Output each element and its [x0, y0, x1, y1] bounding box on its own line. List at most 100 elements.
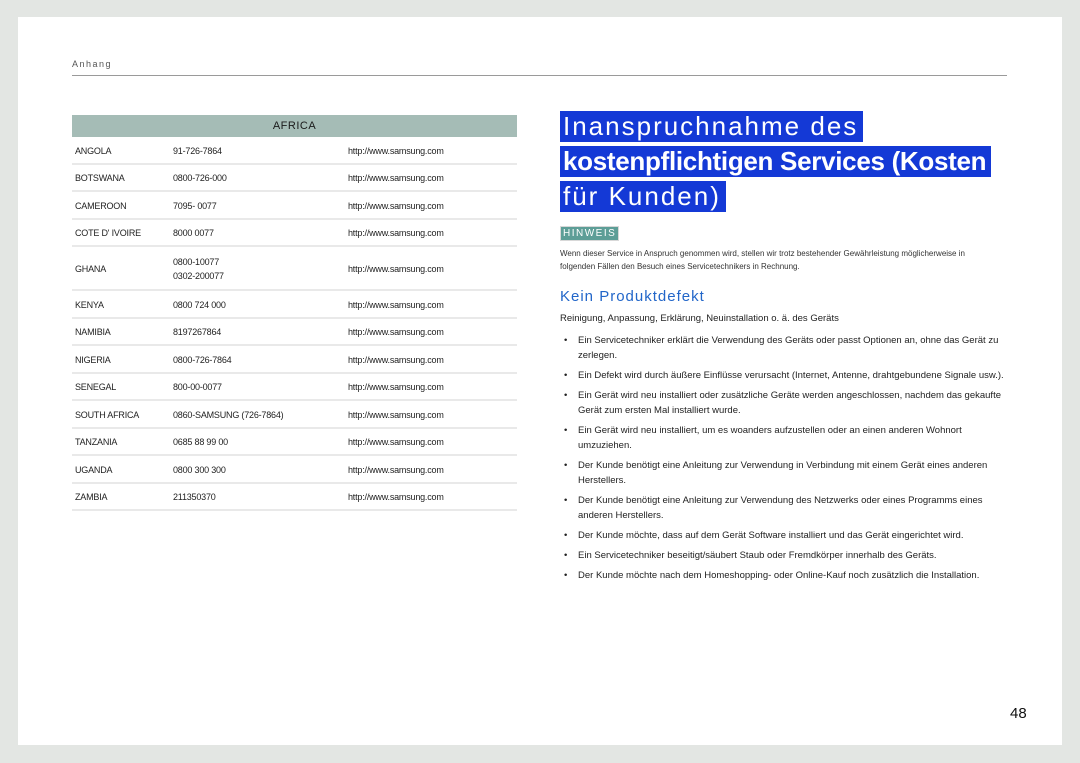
country-cell: SENEGAL: [75, 382, 117, 393]
phone-cell: 91-726-7864: [173, 144, 345, 158]
bullet-icon: •: [564, 390, 568, 401]
table-row: KENYA 0800 724 000 http://www.samsung.com: [72, 293, 517, 319]
list-item: • Ein Servicetechniker beseitigt/säubert …: [560, 548, 1010, 563]
table-row: UGANDA 0800 300 300 http://www.samsung.com: [72, 458, 517, 484]
website-link[interactable]: http://www.samsung.com: [345, 300, 517, 310]
phone-number: 0800-726-000: [173, 173, 227, 184]
list-item-text: Der Kunde benötigt eine Anleitung zur Ve…: [578, 460, 988, 486]
list-item: • Ein Gerät wird neu installiert, um es w…: [560, 423, 1010, 453]
table-row: ANGOLA 91-726-7864 http://www.samsung.com: [72, 139, 517, 165]
phone-cell: 0800 724 000: [173, 298, 345, 312]
section-intro: Reinigung, Anpassung, Erklärung, Neuinst…: [560, 313, 839, 324]
website-link[interactable]: http://www.samsung.com: [345, 382, 517, 392]
phone-cell: 0860-SAMSUNG (726-7864): [173, 408, 345, 422]
table-row: SOUTH AFRICA 0860-SAMSUNG (726-7864) http:…: [72, 403, 517, 429]
country-cell: ANGOLA: [75, 145, 112, 156]
phone-number: 0800-726-7864: [173, 354, 232, 365]
bullet-icon: •: [564, 550, 568, 561]
bullet-icon: •: [564, 370, 568, 381]
bullet-list: • Ein Servicetechniker erklärt die Verwen…: [560, 333, 1010, 588]
bullet-icon: •: [564, 460, 568, 471]
chapter-label: Anhang: [72, 59, 113, 69]
website-link[interactable]: http://www.samsung.com: [345, 355, 517, 365]
header-divider: [72, 75, 1007, 76]
website-link[interactable]: http://www.samsung.com: [345, 465, 517, 475]
website-link[interactable]: http://www.samsung.com: [345, 327, 517, 337]
title-line-2: kostenpflichtigen Services (Kosten: [560, 146, 992, 177]
list-item: • Ein Defekt wird durch äußere Einflüsse …: [560, 368, 1010, 383]
note-badge: HINWEIS: [560, 226, 620, 241]
table-row: NAMIBIA 8197267864 http://www.samsung.com: [72, 321, 517, 346]
phone-number: 0860-SAMSUNG (726-7864): [173, 409, 284, 420]
list-item-text: Der Kunde möchte, dass auf dem Gerät Sof…: [578, 530, 964, 541]
section-heading: Kein Produktdefekt: [560, 288, 705, 305]
phone-cell: 7095- 0077: [173, 199, 345, 213]
phone-number: 0800 724 000: [173, 299, 226, 310]
phone-number: 8197267864: [173, 327, 222, 338]
website-link[interactable]: http://www.samsung.com: [345, 492, 517, 502]
website-link[interactable]: http://www.samsung.com: [345, 201, 517, 211]
bullet-icon: •: [564, 530, 568, 541]
contact-rows: ANGOLA 91-726-7864 http://www.samsung.com B…: [72, 139, 517, 511]
table-row: GHANA 0800-10077 0302-200077 http://www.sam…: [72, 249, 517, 291]
title-line-3: für Kunden): [560, 181, 726, 212]
country-cell: NAMIBIA: [75, 327, 111, 338]
list-item: • Der Kunde benötigt eine Anleitung zur V…: [560, 493, 1010, 523]
country-cell: KENYA: [75, 299, 104, 310]
table-row: SENEGAL 800-00-0077 http://www.samsung.com: [72, 376, 517, 401]
phone-cell: 0685 88 99 00: [173, 435, 345, 449]
country-cell: COTE D' IVOIRE: [75, 228, 141, 239]
country-cell: BOTSWANA: [75, 173, 125, 184]
country-cell: CAMEROON: [75, 200, 127, 211]
phone-cell: 0800 300 300: [173, 463, 345, 477]
phone-number: 8000 0077: [173, 228, 214, 239]
phone-number: 0685 88 99 00: [173, 437, 228, 448]
list-item: • Der Kunde benötigt eine Anleitung zur V…: [560, 458, 1010, 488]
page-title: Inanspruchnahme des kostenpflichtigen Se…: [560, 111, 1000, 216]
table-row: CAMEROON 7095- 0077 http://www.samsung.com: [72, 194, 517, 220]
country-cell: UGANDA: [75, 464, 113, 475]
document-page: Anhang AFRICA ANGOLA 91-726-7864 http://ww…: [18, 17, 1062, 745]
country-cell: NIGERIA: [75, 354, 111, 365]
phone-number: 0302-200077: [173, 271, 224, 281]
bullet-icon: •: [564, 335, 568, 346]
phone-cell: 8000 0077: [173, 226, 345, 240]
table-row: ZAMBIA 211350370 http://www.samsung.com: [72, 486, 517, 511]
phone-cell: 0800-10077 0302-200077: [173, 255, 345, 283]
contact-table: AFRICA ANGOLA 91-726-7864 http://www.samsu…: [72, 115, 517, 511]
list-item: • Der Kunde möchte, dass auf dem Gerät So…: [560, 528, 1010, 543]
list-item-text: Ein Gerät wird neu installiert oder zusä…: [578, 390, 1001, 416]
website-link[interactable]: http://www.samsung.com: [345, 146, 517, 156]
phone-number: 7095- 0077: [173, 200, 217, 211]
website-link[interactable]: http://www.samsung.com: [345, 410, 517, 420]
website-link[interactable]: http://www.samsung.com: [345, 264, 517, 274]
phone-cell: 8197267864: [173, 325, 345, 339]
region-header: AFRICA: [72, 115, 517, 137]
website-link[interactable]: http://www.samsung.com: [345, 173, 517, 183]
list-item: • Der Kunde möchte nach dem Homeshopping-…: [560, 568, 1010, 583]
country-cell: TANZANIA: [75, 437, 118, 448]
note-text: Wenn dieser Service in Anspruch genommen…: [560, 249, 965, 271]
title-line-1: Inanspruchnahme des: [560, 111, 864, 142]
list-item: • Ein Servicetechniker erklärt die Verwen…: [560, 333, 1010, 363]
bullet-icon: •: [564, 425, 568, 436]
phone-number: 91-726-7864: [173, 145, 222, 156]
website-link[interactable]: http://www.samsung.com: [345, 228, 517, 238]
table-row: BOTSWANA 0800-726-000 http://www.samsung.c…: [72, 167, 517, 192]
phone-number: 211350370: [173, 492, 216, 503]
page-number: 48: [1010, 705, 1027, 722]
list-item-text: Ein Servicetechniker beseitigt/säubert S…: [578, 550, 937, 561]
phone-cell: 0800-726-000: [173, 171, 345, 185]
website-link[interactable]: http://www.samsung.com: [345, 437, 517, 447]
list-item-text: Ein Defekt wird durch äußere Einflüsse v…: [578, 370, 1004, 381]
list-item-text: Der Kunde möchte nach dem Homeshopping- …: [578, 570, 980, 581]
phone-cell: 0800-726-7864: [173, 353, 345, 367]
country-cell: SOUTH AFRICA: [75, 409, 140, 420]
bullet-icon: •: [564, 495, 568, 506]
list-item-text: Ein Gerät wird neu installiert, um es wo…: [578, 425, 962, 451]
phone-number: 800-00-0077: [173, 382, 222, 393]
country-cell: GHANA: [75, 264, 107, 274]
table-row: COTE D' IVOIRE 8000 0077 http://www.samsun…: [72, 222, 517, 247]
phone-number: 0800 300 300: [173, 464, 226, 475]
table-row: TANZANIA 0685 88 99 00 http://www.samsung.…: [72, 431, 517, 456]
